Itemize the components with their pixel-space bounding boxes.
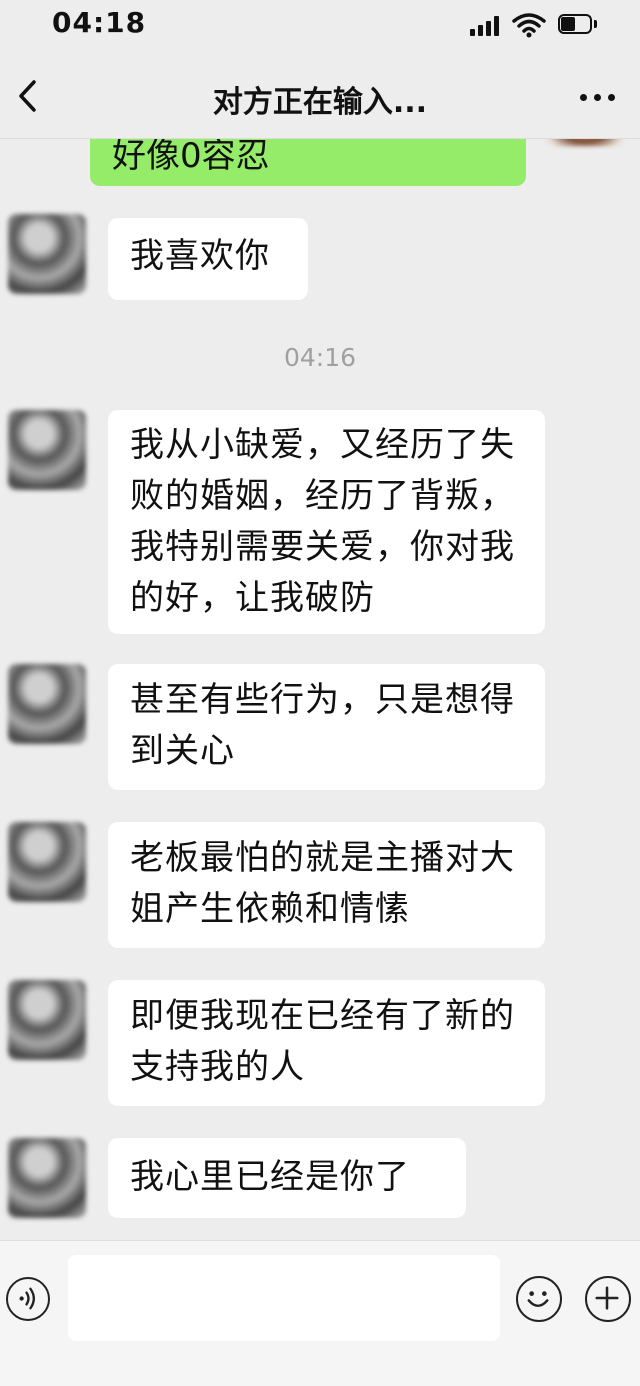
contact-avatar[interactable] bbox=[8, 214, 86, 294]
message-bubble[interactable]: 我从小缺爱，又经历了失败的婚姻，经历了背叛，我特别需要关爱，你对我的好，让我破防 bbox=[108, 410, 545, 634]
message-text: 老板最怕的就是主播对大姐产生依赖和情愫 bbox=[130, 838, 515, 929]
message-bubble[interactable]: 我喜欢你 bbox=[108, 218, 308, 300]
message-text: 即便我现在已经有了新的支持我的人 bbox=[130, 996, 515, 1087]
contact-avatar[interactable] bbox=[8, 410, 86, 490]
voice-icon[interactable] bbox=[6, 1277, 50, 1321]
contact-avatar[interactable] bbox=[8, 980, 86, 1060]
chat-title: 对方正在输入... bbox=[212, 85, 428, 120]
timestamp: 04:16 bbox=[283, 343, 357, 372]
signal-bars-icon bbox=[470, 14, 504, 36]
message-text: 我心里已经是你了 bbox=[130, 1157, 410, 1197]
message-text: 甚至有些行为，只是想得到关心 bbox=[130, 680, 515, 771]
status-time: 04:18 bbox=[52, 6, 147, 39]
emoji-icon[interactable] bbox=[516, 1276, 562, 1322]
message-bubble[interactable]: 甚至有些行为，只是想得到关心 bbox=[108, 664, 545, 790]
input-bar bbox=[0, 1240, 640, 1386]
wifi-icon bbox=[512, 13, 546, 38]
contact-avatar[interactable] bbox=[8, 1138, 86, 1218]
message-bubble[interactable]: 即便我现在已经有了新的支持我的人 bbox=[108, 980, 545, 1106]
chat-area[interactable]: 好像0容忍 我喜欢你 04:16 我从小缺爱，又经历了失败的婚姻，经历了背叛，我… bbox=[0, 0, 640, 1240]
battery-icon bbox=[558, 14, 600, 36]
contact-avatar[interactable] bbox=[8, 664, 86, 744]
more-dots-icon[interactable] bbox=[572, 74, 624, 118]
battery-level-fill bbox=[561, 17, 575, 31]
message-bubble[interactable]: 我心里已经是你了 bbox=[108, 1138, 466, 1218]
sent-message-text: 好像0容忍 bbox=[112, 136, 270, 176]
message-input[interactable] bbox=[68, 1255, 500, 1341]
message-text: 我喜欢你 bbox=[130, 236, 270, 276]
status-bar: 04:18 bbox=[0, 0, 640, 52]
contact-avatar[interactable] bbox=[8, 822, 86, 902]
nav-bar: 对方正在输入... bbox=[0, 52, 640, 139]
message-bubble[interactable]: 老板最怕的就是主播对大姐产生依赖和情愫 bbox=[108, 822, 545, 948]
plus-icon[interactable] bbox=[585, 1276, 631, 1322]
message-text: 我从小缺爱，又经历了失败的婚姻，经历了背叛，我特别需要关爱，你对我的好，让我破防 bbox=[130, 425, 515, 618]
